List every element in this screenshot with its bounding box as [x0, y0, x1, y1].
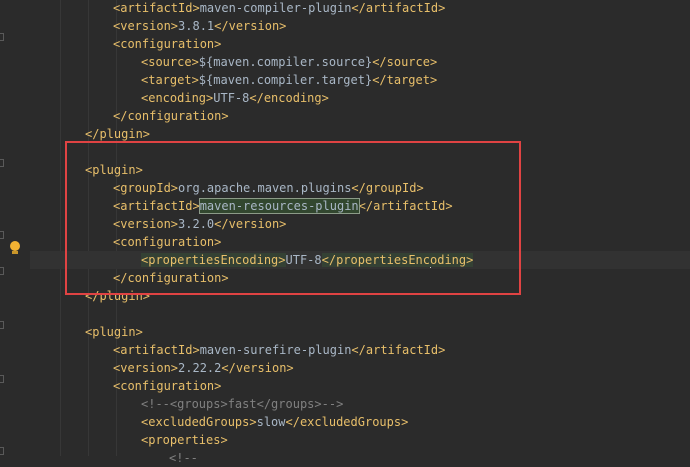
xml-tag-highlighted: </propertiesEnc	[321, 253, 430, 267]
code-line[interactable]: </plugin>	[30, 125, 690, 143]
xml-tag: </plugin>	[85, 127, 151, 141]
xml-tag: <target>	[141, 73, 199, 87]
xml-tag: <configuration>	[113, 37, 222, 51]
xml-tag: </version>	[214, 19, 287, 33]
xml-tag: <artifactId>	[113, 343, 200, 357]
code-line[interactable]	[30, 305, 690, 323]
xml-comment: <!--<groups>fast</groups>-->	[141, 397, 344, 411]
code-line[interactable]	[30, 143, 690, 161]
fold-marker[interactable]	[0, 231, 4, 239]
xml-text: UTF-8	[213, 91, 250, 105]
code-line-current[interactable]: <propertiesEncoding>UTF-8</propertiesEnc…	[30, 251, 690, 269]
code-line[interactable]: </configuration>	[30, 107, 690, 125]
xml-tag: </encoding>	[249, 91, 329, 105]
code-line[interactable]: <artifactId>maven-surefire-plugin</artif…	[30, 341, 690, 359]
fold-marker[interactable]	[0, 33, 4, 41]
code-line[interactable]: </plugin>	[30, 287, 690, 305]
xml-text: 2.22.2	[178, 361, 222, 375]
fold-marker[interactable]	[0, 267, 4, 275]
code-editor[interactable]: <artifactId>maven-compiler-plugin</artif…	[30, 0, 690, 465]
xml-tag: <excludedGroups>	[141, 415, 257, 429]
code-line[interactable]: <configuration>	[30, 233, 690, 251]
editor-gutter[interactable]	[0, 0, 30, 456]
fold-marker[interactable]	[0, 447, 4, 455]
xml-tag: </source>	[372, 55, 438, 69]
xml-tag: <plugin>	[85, 163, 143, 177]
xml-tag-highlighted: <propertiesEncoding>	[141, 253, 286, 267]
code-line[interactable]: <source>${maven.compiler.source}</source…	[30, 53, 690, 71]
fold-marker[interactable]	[0, 375, 4, 383]
xml-text-selected: maven-resources-plugin	[198, 198, 360, 214]
xml-text: maven-compiler-plugin	[199, 1, 352, 15]
xml-tag: </version>	[214, 217, 287, 231]
xml-tag: <source>	[141, 55, 199, 69]
xml-text: 3.2.0	[178, 217, 215, 231]
code-line[interactable]: <target>${maven.compiler.target}</target…	[30, 71, 690, 89]
xml-tag: </configuration>	[113, 109, 229, 123]
xml-tag: </excludedGroups>	[285, 415, 409, 429]
xml-text: org.apache.maven.plugins	[178, 181, 352, 195]
xml-text: UTF-8	[285, 253, 322, 267]
code-line[interactable]: <!--	[30, 449, 690, 467]
xml-tag: </target>	[372, 73, 438, 87]
code-line[interactable]: <encoding>UTF-8</encoding>	[30, 89, 690, 107]
code-line[interactable]: <version>3.2.0</version>	[30, 215, 690, 233]
xml-text: 3.8.1	[178, 19, 215, 33]
code-line[interactable]: <groupId>org.apache.maven.plugins</group…	[30, 179, 690, 197]
xml-tag: </plugin>	[85, 289, 151, 303]
code-line[interactable]: <configuration>	[30, 377, 690, 395]
code-line[interactable]: <!--<groups>fast</groups>-->	[30, 395, 690, 413]
xml-tag: </configuration>	[113, 271, 229, 285]
code-line[interactable]: <excludedGroups>slow</excludedGroups>	[30, 413, 690, 431]
xml-tag: <version>	[113, 19, 179, 33]
fold-marker[interactable]	[0, 321, 4, 329]
xml-tag: <configuration>	[113, 235, 222, 249]
xml-tag: <version>	[113, 217, 179, 231]
xml-tag: <artifactId>	[113, 1, 200, 15]
fold-marker[interactable]	[0, 159, 4, 167]
xml-tag: <encoding>	[141, 91, 214, 105]
code-line[interactable]: <properties>	[30, 431, 690, 449]
xml-tag: <plugin>	[85, 325, 143, 339]
code-line[interactable]: <artifactId>maven-compiler-plugin</artif…	[30, 0, 690, 17]
xml-text: ${maven.compiler.source}	[198, 55, 373, 69]
code-line[interactable]: <version>3.8.1</version>	[30, 17, 690, 35]
xml-tag: </groupId>	[351, 181, 424, 195]
xml-tag: <groupId>	[113, 181, 179, 195]
xml-tag: <version>	[113, 361, 179, 375]
xml-tag: </artifactId>	[351, 343, 446, 357]
xml-tag: <properties>	[141, 433, 228, 447]
code-line[interactable]: <configuration>	[30, 35, 690, 53]
xml-comment: <!--	[169, 451, 198, 465]
code-line[interactable]: <plugin>	[30, 323, 690, 341]
xml-text: maven-surefire-plugin	[199, 343, 352, 357]
xml-tag: </artifactId>	[358, 199, 453, 213]
code-line[interactable]: <version>2.22.2</version>	[30, 359, 690, 377]
xml-tag: <configuration>	[113, 379, 222, 393]
xml-tag: <artifactId>	[113, 199, 200, 213]
code-line[interactable]: </configuration>	[30, 269, 690, 287]
intention-bulb-icon[interactable]	[9, 241, 21, 255]
xml-text: slow	[256, 415, 286, 429]
xml-tag: </version>	[221, 361, 294, 375]
xml-text: ${maven.compiler.target}	[198, 73, 373, 87]
xml-tag-highlighted: oding>	[430, 253, 474, 267]
code-line[interactable]: <plugin>	[30, 161, 690, 179]
code-line[interactable]: <artifactId>maven-resources-plugin</arti…	[30, 197, 690, 215]
xml-tag: </artifactId>	[351, 1, 446, 15]
